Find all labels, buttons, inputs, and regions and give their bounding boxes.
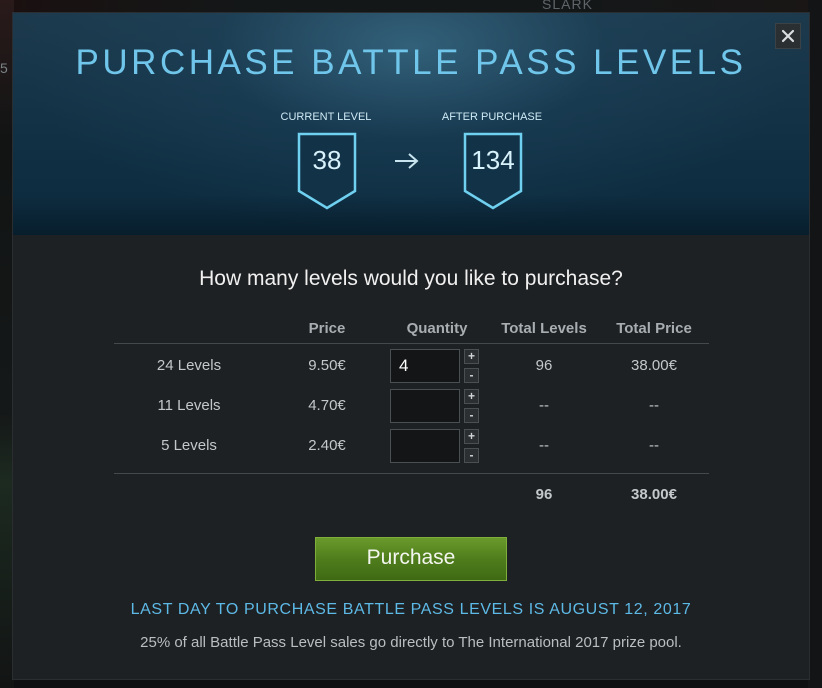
row-total-price: 38.00€ (631, 357, 677, 374)
row-total-levels: -- (539, 437, 549, 454)
dialog-title: PURCHASE BATTLE PASS LEVELS (75, 43, 747, 82)
arrow-right-icon (395, 153, 419, 169)
current-level-badge: 38 (296, 131, 358, 211)
row-level-name: 5 Levels (161, 437, 217, 454)
row-total-levels: -- (539, 397, 549, 414)
after-purchase-value: 134 (471, 145, 515, 175)
increment-button[interactable]: + (464, 389, 479, 404)
quantity-input[interactable] (390, 429, 460, 463)
prize-pool-note: 25% of all Battle Pass Level sales go di… (140, 634, 682, 651)
decrement-button[interactable]: - (464, 408, 479, 423)
after-purchase-label: AFTER PURCHASE (441, 111, 543, 123)
after-purchase-badge: 134 (462, 131, 524, 211)
deadline-notice: LAST DAY TO PURCHASE BATTLE PASS LEVELS … (130, 601, 692, 618)
close-button[interactable] (775, 23, 801, 49)
background-hero-name: SLARK (542, 0, 593, 12)
row-price: 4.70€ (308, 397, 346, 414)
header-total-price: Total Price (616, 320, 692, 337)
row-total-levels: 96 (535, 357, 553, 374)
row-level-name: 11 Levels (157, 397, 221, 414)
increment-button[interactable]: + (464, 429, 479, 444)
increment-button[interactable]: + (464, 349, 479, 364)
table-totals-divider (114, 473, 709, 474)
quantity-input[interactable]: 4 (390, 349, 460, 383)
grand-total-price: 38.00€ (631, 486, 677, 503)
decrement-button[interactable]: - (464, 368, 479, 383)
row-price: 2.40€ (308, 437, 346, 454)
purchase-button[interactable]: Purchase (315, 537, 507, 581)
table-header-divider (114, 343, 709, 344)
row-price: 9.50€ (308, 357, 346, 374)
header-price: Price (308, 320, 346, 337)
header-quantity: Quantity (406, 320, 468, 337)
background-right-edge (808, 0, 822, 688)
row-total-price: -- (649, 397, 659, 414)
purchase-question: How many levels would you like to purcha… (199, 267, 623, 290)
quantity-input[interactable] (390, 389, 460, 423)
row-total-price: -- (649, 437, 659, 454)
background-side-number: 5 (0, 60, 8, 76)
decrement-button[interactable]: - (464, 448, 479, 463)
current-level-value: 38 (312, 145, 342, 175)
grand-total-levels: 96 (535, 486, 553, 503)
current-level-label: CURRENT LEVEL (280, 111, 372, 123)
header-total-levels: Total Levels (501, 320, 587, 337)
purchase-levels-dialog: PURCHASE BATTLE PASS LEVELS CURRENT LEVE… (12, 12, 810, 680)
row-level-name: 24 Levels (156, 357, 222, 374)
close-icon (781, 29, 795, 43)
